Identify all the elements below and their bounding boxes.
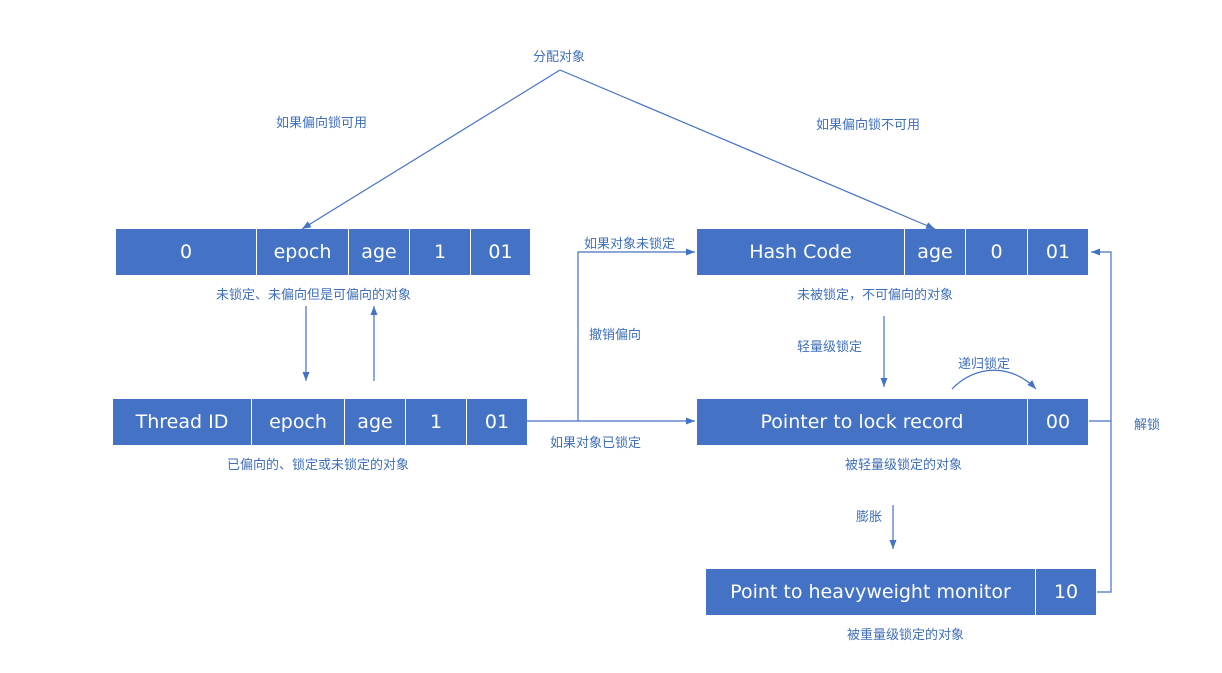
- label-recursive-lock: 递归锁定: [958, 357, 1011, 372]
- cell-thread-id: Thread ID: [135, 411, 229, 433]
- cell-age: age: [344, 399, 405, 445]
- cell-biased-bit: 1: [405, 399, 466, 445]
- cell-hash-code: Hash Code: [749, 241, 852, 263]
- label-not-biasable: 如果偏向锁不可用: [816, 118, 921, 133]
- label-biasable: 如果偏向锁可用: [276, 116, 368, 131]
- label-allocate: 分配对象: [533, 50, 586, 65]
- mark-word-heavyweight: Point to heavyweight monitor 10: [706, 569, 1096, 615]
- cell-lock-bits: 10: [1035, 569, 1096, 615]
- cell-lock-bits: 01: [1027, 229, 1088, 275]
- arrow-allocate-to-unbiasable: [559, 69, 936, 230]
- mark-word-anon-biased: 0 epoch age 1 01: [116, 229, 530, 275]
- mark-word-biased: Thread ID epoch age 1 01: [113, 399, 527, 445]
- arrow-unlock: [1091, 248, 1112, 593]
- mark-word-lightweight: Pointer to lock record 00: [697, 399, 1088, 445]
- cell-biased-bit: 0: [965, 229, 1027, 275]
- label-if-locked: 如果对象已锁定: [550, 436, 642, 451]
- cell-epoch: epoch: [251, 399, 344, 445]
- caption-biased: 已偏向的、锁定或未锁定的对象: [227, 458, 410, 473]
- arrow-allocate-to-biasable: [301, 69, 561, 230]
- label-lightweight-lock: 轻量级锁定: [797, 340, 863, 355]
- cell-lock-bits: 01: [470, 229, 530, 275]
- cell-age: age: [904, 229, 965, 275]
- caption-lightweight: 被轻量级锁定的对象: [845, 458, 963, 473]
- cell-lock-bits: 01: [466, 399, 527, 445]
- cell-epoch: epoch: [256, 229, 348, 275]
- arrow-recursive-lock: [951, 369, 1037, 390]
- caption-unbiasable: 未被锁定，不可偏向的对象: [797, 288, 954, 303]
- cell-monitor-pointer: Point to heavyweight monitor: [730, 581, 1011, 603]
- label-unlock: 解锁: [1134, 418, 1161, 433]
- cell-lock-bits: 00: [1027, 399, 1088, 445]
- label-if-unlocked: 如果对象未锁定: [584, 237, 676, 252]
- caption-heavyweight: 被重量级锁定的对象: [847, 628, 965, 643]
- label-inflate: 膨胀: [856, 510, 883, 525]
- label-revoke-bias: 撤销偏向: [589, 328, 642, 343]
- cell-lock-record-pointer: Pointer to lock record: [760, 411, 964, 433]
- mark-word-unbiasable: Hash Code age 0 01: [697, 229, 1088, 275]
- cell-zero: 0: [179, 241, 193, 263]
- cell-age: age: [348, 229, 409, 275]
- caption-anon-biased: 未锁定、未偏向但是可偏向的对象: [216, 288, 412, 303]
- cell-biased-bit: 1: [409, 229, 470, 275]
